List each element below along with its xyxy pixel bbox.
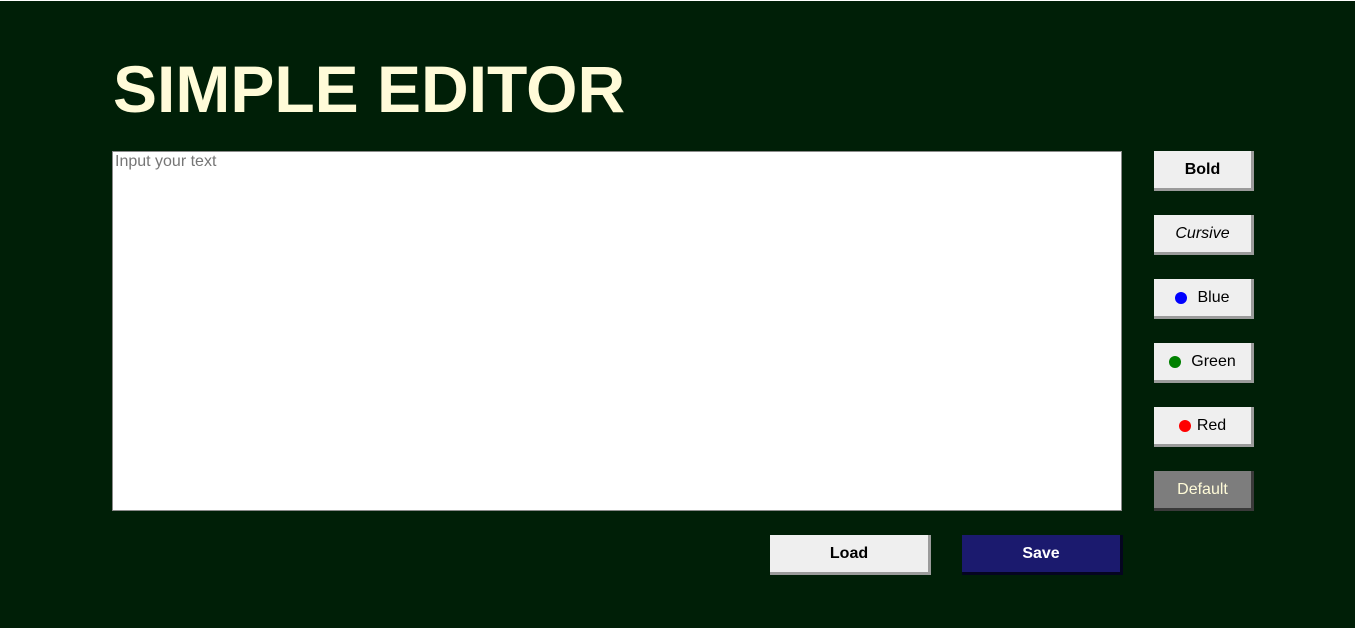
cursive-button[interactable]: Cursive bbox=[1154, 215, 1254, 255]
cursive-button-label: Cursive bbox=[1175, 224, 1230, 242]
save-button-label: Save bbox=[1022, 544, 1060, 562]
bold-button[interactable]: Bold bbox=[1154, 151, 1254, 191]
green-dot-icon bbox=[1169, 355, 1182, 368]
save-button[interactable]: Save bbox=[962, 535, 1123, 575]
blue-color-button[interactable]: Blue bbox=[1154, 279, 1254, 319]
default-button-label: Default bbox=[1177, 480, 1228, 498]
red-button-label: Red bbox=[1196, 416, 1227, 434]
bold-button-label: Bold bbox=[1184, 160, 1221, 178]
page-title: SIMPLE EDITOR bbox=[113, 52, 626, 126]
blue-dot-icon bbox=[1175, 291, 1188, 304]
red-color-button[interactable]: Red bbox=[1154, 407, 1254, 447]
blue-button-label: Blue bbox=[1197, 288, 1230, 306]
top-border bbox=[0, 0, 1355, 1]
load-button[interactable]: Load bbox=[770, 535, 931, 575]
load-button-label: Load bbox=[829, 544, 869, 562]
text-editor[interactable] bbox=[112, 151, 1122, 511]
green-color-button[interactable]: Green bbox=[1154, 343, 1254, 383]
default-button[interactable]: Default bbox=[1154, 471, 1254, 511]
red-dot-icon bbox=[1178, 419, 1191, 432]
green-button-label: Green bbox=[1191, 352, 1236, 370]
